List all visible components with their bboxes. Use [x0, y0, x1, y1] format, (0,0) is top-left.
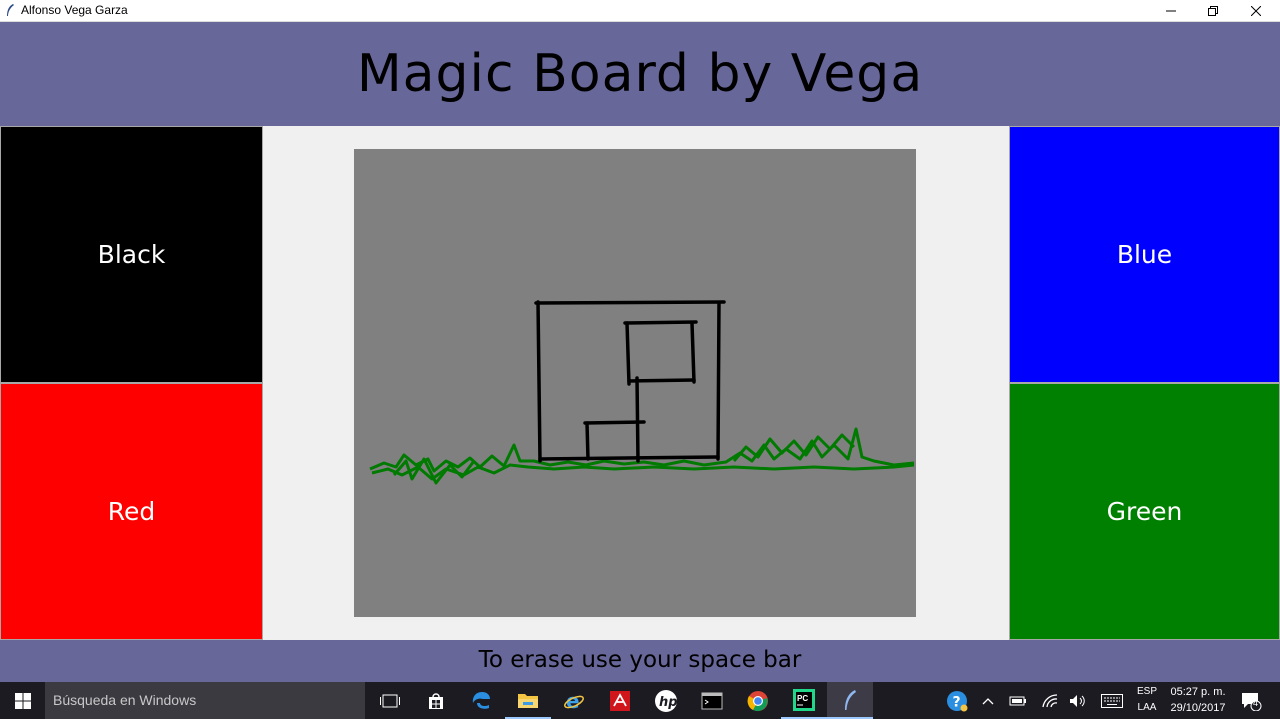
- keyboard-button[interactable]: [1097, 682, 1127, 719]
- volume-icon: [1070, 694, 1085, 707]
- help-button[interactable]: ?: [944, 682, 970, 719]
- restore-button[interactable]: [1192, 0, 1234, 21]
- language-indicator[interactable]: ESP LAA: [1133, 684, 1161, 716]
- acrobat-button[interactable]: [597, 682, 643, 719]
- minimize-button[interactable]: [1150, 0, 1192, 21]
- black-button[interactable]: Black: [0, 126, 263, 383]
- hp-icon: hp: [655, 689, 678, 712]
- feather-icon: [845, 689, 856, 710]
- battery-button[interactable]: [1006, 682, 1030, 719]
- erase-hint: To erase use your space bar: [478, 647, 802, 673]
- battery-icon: [1009, 696, 1026, 705]
- restore-icon: [1208, 5, 1218, 16]
- acrobat-icon: [610, 690, 630, 711]
- file-explorer-icon: [518, 693, 538, 708]
- notification-count: 4: [1253, 698, 1259, 708]
- window-title: Alfonso Vega Garza: [21, 3, 128, 17]
- svg-text:PC: PC: [797, 694, 808, 703]
- footer-bar: To erase use your space bar: [0, 640, 1280, 682]
- internet-explorer-icon: e: [564, 690, 584, 712]
- drawing-canvas[interactable]: [354, 149, 916, 617]
- clock[interactable]: 05:27 p. m. 29/10/2017: [1165, 684, 1231, 716]
- search-placeholder: Búsqueda en Windows: [53, 692, 197, 708]
- wifi-button[interactable]: [1038, 682, 1062, 719]
- notifications-icon: [1242, 692, 1262, 711]
- store-button[interactable]: [413, 682, 459, 719]
- edge-icon: [472, 691, 490, 709]
- close-button[interactable]: [1235, 0, 1277, 21]
- help-icon: ?: [947, 690, 968, 711]
- chrome-button[interactable]: [735, 682, 781, 719]
- pycharm-icon: PC: [793, 688, 815, 711]
- pycharm-button[interactable]: PC: [781, 682, 827, 719]
- task-view-button[interactable]: [367, 682, 413, 719]
- app-title: Magic Board by Vega: [356, 44, 924, 104]
- header-banner: Magic Board by Vega: [0, 22, 1280, 126]
- store-icon: [429, 692, 443, 709]
- close-icon: [1251, 5, 1261, 16]
- internet-explorer-button[interactable]: e: [551, 682, 597, 719]
- green-button[interactable]: Green: [1009, 383, 1280, 640]
- taskbar: Búsqueda en Windows e hp PC ? ESP LAA 05…: [0, 682, 1280, 719]
- chrome-icon: [747, 690, 768, 711]
- language-code: ESP: [1136, 686, 1157, 697]
- volume-button[interactable]: [1066, 682, 1090, 719]
- cmd-button[interactable]: [689, 682, 735, 719]
- keyboard-icon: [1101, 693, 1123, 708]
- file-explorer-button[interactable]: [505, 682, 551, 719]
- windows-icon: [14, 692, 31, 709]
- edge-button[interactable]: [459, 682, 505, 719]
- hp-button[interactable]: hp: [643, 682, 689, 719]
- minimize-icon: [1166, 10, 1176, 11]
- wifi-icon: [1042, 693, 1058, 707]
- window-titlebar: Alfonso Vega Garza: [0, 0, 1280, 22]
- python-tk-button[interactable]: [827, 682, 873, 719]
- start-button[interactable]: [0, 682, 45, 719]
- show-hidden-icons-button[interactable]: [978, 682, 998, 719]
- cmd-icon: [701, 692, 723, 709]
- blue-button[interactable]: Blue: [1009, 126, 1280, 383]
- clock-date: 29/10/2017: [1170, 702, 1226, 714]
- chevron-up-icon: [982, 697, 994, 704]
- svg-text:hp: hp: [659, 695, 678, 710]
- search-box[interactable]: Búsqueda en Windows: [45, 682, 365, 719]
- svg-text:?: ?: [953, 694, 961, 710]
- feather-icon: [7, 4, 14, 16]
- clock-time: 05:27 p. m.: [1170, 686, 1226, 698]
- red-button[interactable]: Red: [0, 383, 263, 640]
- task-view-icon: [380, 694, 400, 707]
- action-center-button[interactable]: 4: [1238, 682, 1264, 719]
- drawing-sketch: [369, 300, 915, 485]
- keyboard-layout: LAA: [1137, 702, 1157, 713]
